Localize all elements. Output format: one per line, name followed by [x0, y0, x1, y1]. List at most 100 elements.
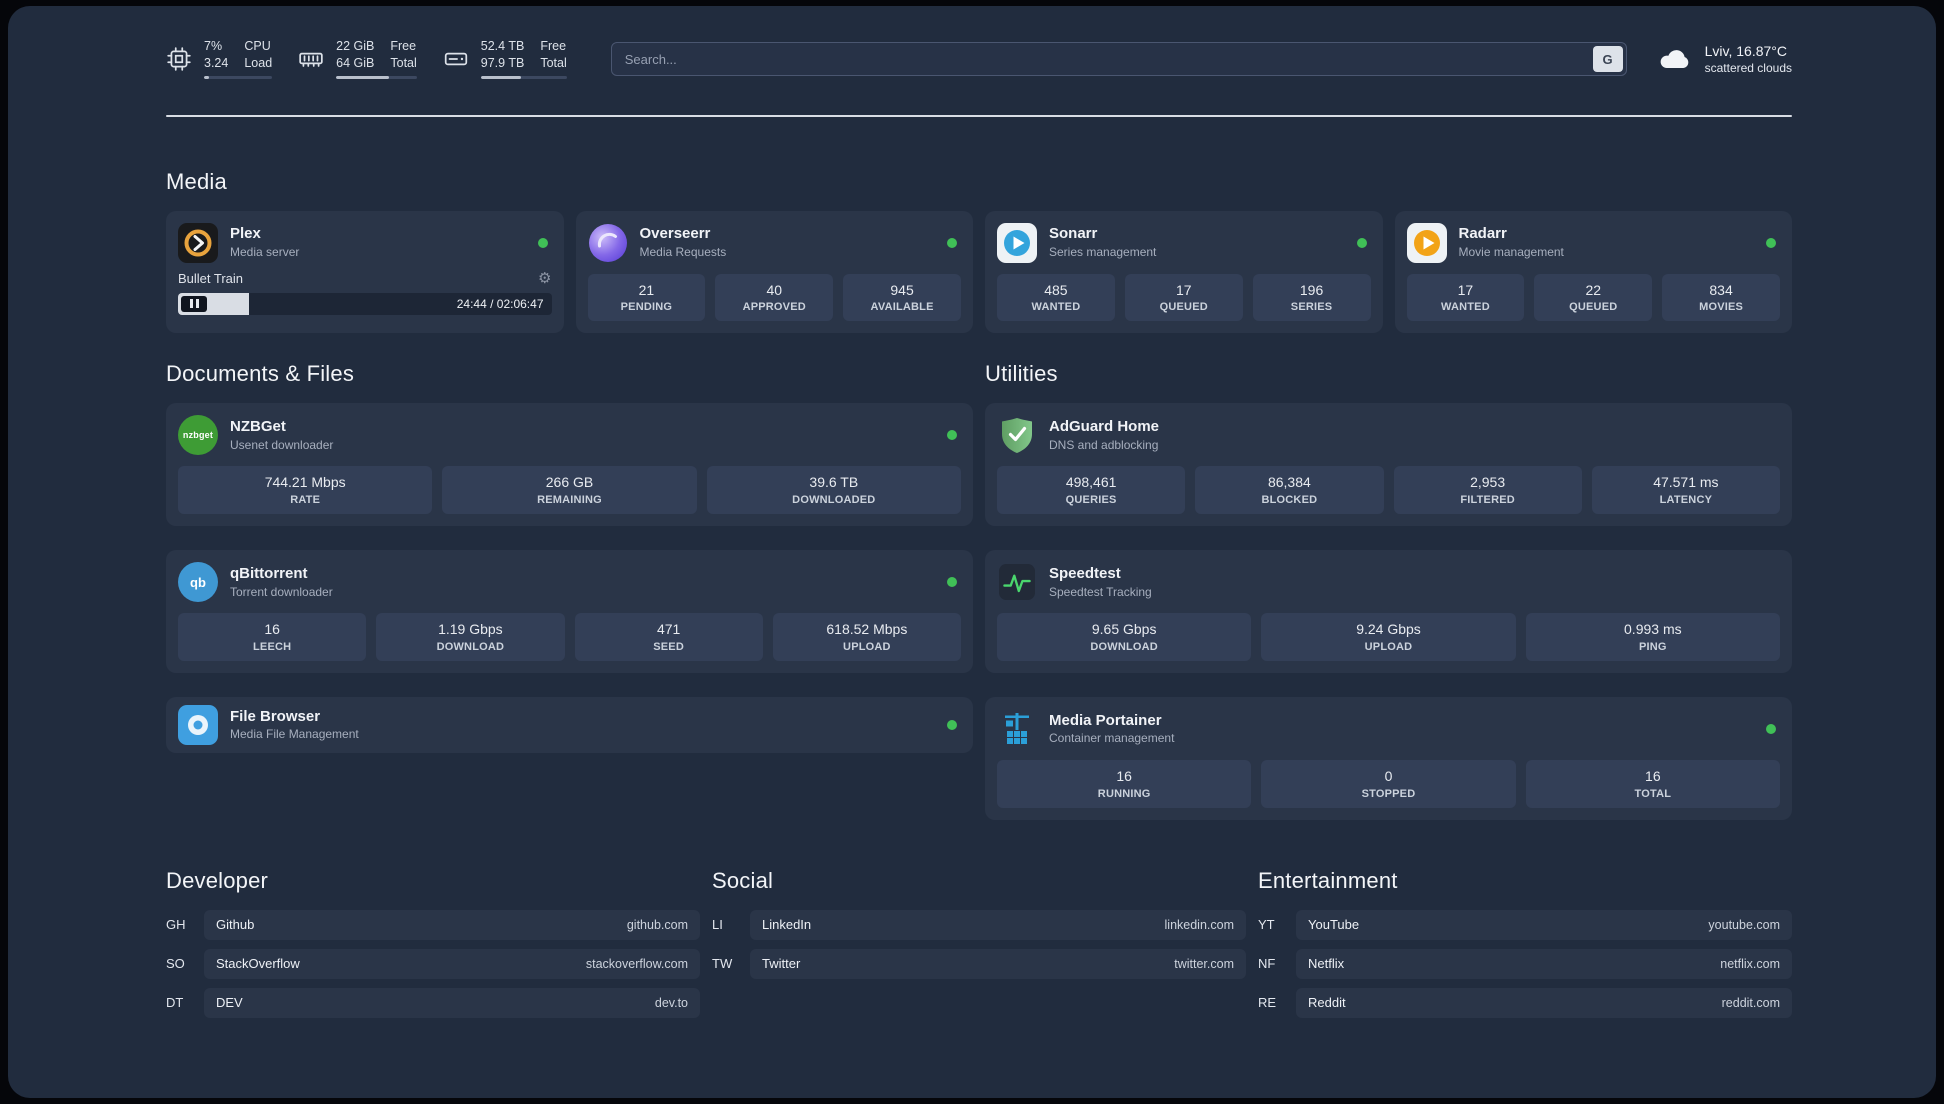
stat-label: FILTERED [1460, 494, 1515, 507]
qbittorrent-icon: qb [178, 562, 218, 603]
stat-tile: 1.19 Gbps DOWNLOAD [376, 613, 565, 661]
memory-progress-bar [336, 75, 417, 79]
memory-icon [299, 52, 323, 68]
app-subtitle: Usenet downloader [230, 437, 334, 452]
stat-label: PING [1638, 640, 1667, 653]
nzbget-card[interactable]: nzbget NZBGet Usenet downloader 744.21 M… [166, 403, 973, 527]
cpu-value: 7% [204, 39, 223, 53]
sonarr-card[interactable]: Sonarr Series management 485 WANTED 17 Q… [985, 210, 1383, 334]
stat-label: LATENCY [1659, 494, 1713, 507]
plex-card[interactable]: Plex Media server Bullet Train ⚙ 24:44 /… [166, 210, 564, 334]
developer-section: Developer GH Github github.com SO StackO… [166, 868, 700, 1018]
link-tag: DT [166, 995, 184, 1011]
status-dot [947, 430, 957, 441]
adguard-card[interactable]: AdGuard Home DNS and adblocking 498,461 … [985, 403, 1792, 527]
stat-label: RATE [290, 494, 321, 507]
link-row: YT YouTube youtube.com [1258, 909, 1792, 940]
stat-tile: 16 TOTAL [1525, 759, 1780, 808]
search-input[interactable] [610, 42, 1627, 77]
stat-value: 16 [264, 621, 280, 638]
stat-tile: 9.24 Gbps UPLOAD [1261, 613, 1516, 661]
status-dot [537, 237, 548, 248]
app-name: NZBGet [230, 418, 286, 436]
stat-value: 618.52 Mbps [826, 621, 908, 638]
stat-label: REMAINING [537, 494, 602, 507]
stat-value: 945 [890, 281, 914, 298]
stat-tile: 196 SERIES [1252, 273, 1371, 322]
stat-label: UPLOAD [1364, 640, 1413, 653]
portainer-crane-icon [997, 709, 1037, 749]
playback-progress-bar[interactable]: 24:44 / 02:06:47 [178, 292, 552, 315]
topbar: 7% 3.24 CPU Load 22 GiB 64 GiB Free Tota… [166, 39, 1792, 79]
stat-value: 744.21 Mbps [264, 474, 346, 491]
adguard-shield-icon [997, 415, 1037, 455]
cpu-load-label: Load [244, 55, 273, 70]
weather-widget[interactable]: Lviv, 16.87°C scattered clouds [1657, 43, 1792, 75]
stat-tile: 47.571 ms LATENCY [1591, 466, 1780, 515]
stat-tile: 471 SEED [574, 613, 763, 661]
disk-total-label: Total [540, 55, 567, 70]
dev-link[interactable]: DEV dev.to [204, 987, 700, 1018]
stat-tile: 0.993 ms PING [1525, 613, 1780, 661]
nzbget-icon: nzbget [178, 415, 218, 456]
app-name: Media Portainer [1049, 711, 1162, 729]
stat-label: SEED [653, 640, 684, 653]
radarr-card[interactable]: Radarr Movie management 17 WANTED 22 QUE… [1394, 210, 1792, 334]
developer-section-title: Developer [166, 867, 269, 893]
stat-label: TOTAL [1634, 787, 1672, 800]
media-section-title: Media [166, 168, 227, 194]
overseerr-icon [588, 223, 628, 263]
filebrowser-card[interactable]: File Browser Media File Management [166, 696, 973, 753]
stat-value: 2,953 [1470, 474, 1506, 491]
stat-label: APPROVED [742, 301, 806, 314]
pause-button[interactable] [181, 295, 207, 312]
twitter-link[interactable]: Twitter twitter.com [750, 948, 1246, 979]
stat-tile: 2,953 FILTERED [1393, 466, 1582, 515]
memory-total-value: 64 GiB [336, 55, 375, 70]
link-row: RE Reddit reddit.com [1258, 987, 1792, 1018]
linkedin-link[interactable]: LinkedIn linkedin.com [750, 909, 1246, 940]
stat-label: LEECH [252, 640, 292, 653]
overseerr-card[interactable]: Overseerr Media Requests 21 PENDING 40 A… [575, 210, 973, 334]
link-tag: TW [712, 956, 733, 972]
stat-label: QUEUED [1569, 301, 1618, 314]
disk-free-value: 52.4 TB [480, 39, 525, 53]
stat-value: 17 [1457, 281, 1474, 298]
app-subtitle: Movie management [1458, 244, 1564, 259]
memory-total-label: Total [390, 55, 417, 70]
social-section: Social LI LinkedIn linkedin.com TW Twitt… [712, 868, 1246, 979]
github-link[interactable]: Github github.com [204, 909, 700, 940]
disk-total-value: 97.9 TB [480, 55, 525, 70]
portainer-card[interactable]: Media Portainer Container management 16 … [985, 696, 1792, 820]
stat-label: UPLOAD [843, 640, 891, 653]
gear-icon[interactable]: ⚙ [538, 271, 551, 286]
speedtest-card[interactable]: Speedtest Speedtest Tracking 9.65 Gbps D… [985, 550, 1792, 673]
stat-label: SERIES [1290, 301, 1333, 314]
stat-label: PENDING [620, 301, 673, 314]
stat-tile: 16 LEECH [178, 613, 367, 661]
stat-value: 1.19 Gbps [438, 621, 503, 638]
weather-condition: scattered clouds [1704, 61, 1792, 76]
youtube-link[interactable]: YouTube youtube.com [1296, 909, 1792, 940]
link-tag: LI [712, 917, 723, 933]
stat-label: MOVIES [1699, 301, 1744, 314]
stat-tile: 744.21 Mbps RATE [178, 466, 433, 515]
netflix-link[interactable]: Netflix netflix.com [1296, 948, 1792, 979]
stat-tile: 618.52 Mbps UPLOAD [772, 613, 961, 661]
weather-location: Lviv, 16.87°C [1704, 43, 1787, 60]
app-name: Plex [230, 225, 261, 243]
link-tag: RE [1258, 995, 1277, 1011]
reddit-link[interactable]: Reddit reddit.com [1296, 987, 1792, 1018]
disk-metric: 52.4 TB 97.9 TB Free Total [443, 39, 567, 79]
link-row: NF Netflix netflix.com [1258, 948, 1792, 979]
stat-value: 9.24 Gbps [1356, 621, 1421, 638]
link-row: GH Github github.com [166, 909, 700, 940]
stat-label: QUERIES [1065, 494, 1117, 507]
stat-label: STOPPED [1361, 787, 1416, 800]
cpu-label: CPU [244, 39, 271, 53]
qbittorrent-card[interactable]: qb qBittorrent Torrent downloader 16 LEE… [166, 550, 973, 673]
stat-tile: 17 WANTED [1406, 273, 1525, 322]
stackoverflow-link[interactable]: StackOverflow stackoverflow.com [204, 948, 700, 979]
stat-label: DOWNLOAD [436, 640, 505, 653]
link-tag: SO [166, 956, 185, 972]
